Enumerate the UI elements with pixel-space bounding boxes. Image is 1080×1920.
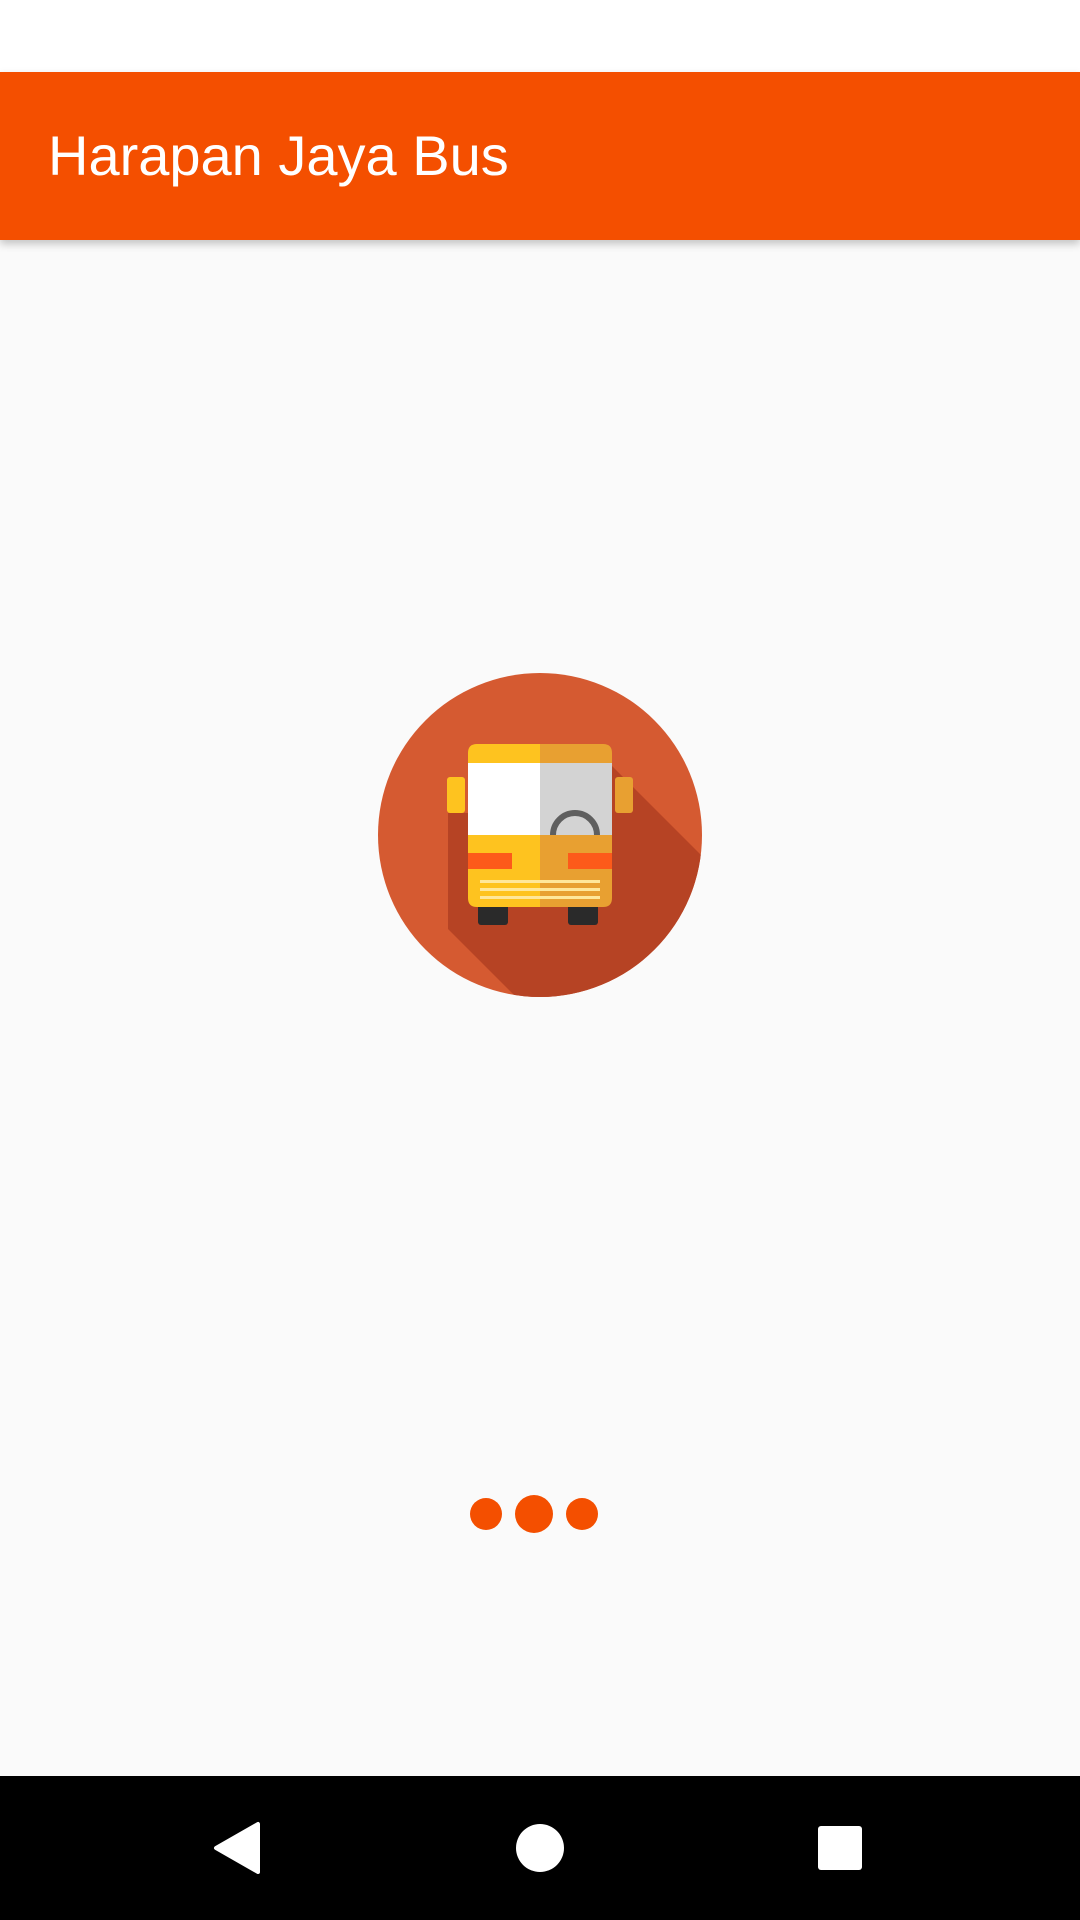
loading-indicator [470,1495,598,1533]
home-button[interactable] [492,1800,588,1896]
status-bar [0,0,1080,72]
app-bar: Harapan Jaya Bus [0,72,1080,240]
loading-dot [470,1498,502,1530]
back-button[interactable] [192,1800,288,1896]
navigation-bar [0,1776,1080,1920]
splash-content [0,240,1080,1776]
home-icon [516,1824,564,1872]
loading-dot [515,1495,553,1533]
loading-dot [566,1498,598,1530]
back-icon [214,1822,260,1874]
recents-button[interactable] [792,1800,888,1896]
bus-front-icon [378,673,702,997]
app-title: Harapan Jaya Bus [48,124,509,187]
recents-icon [818,1826,862,1870]
